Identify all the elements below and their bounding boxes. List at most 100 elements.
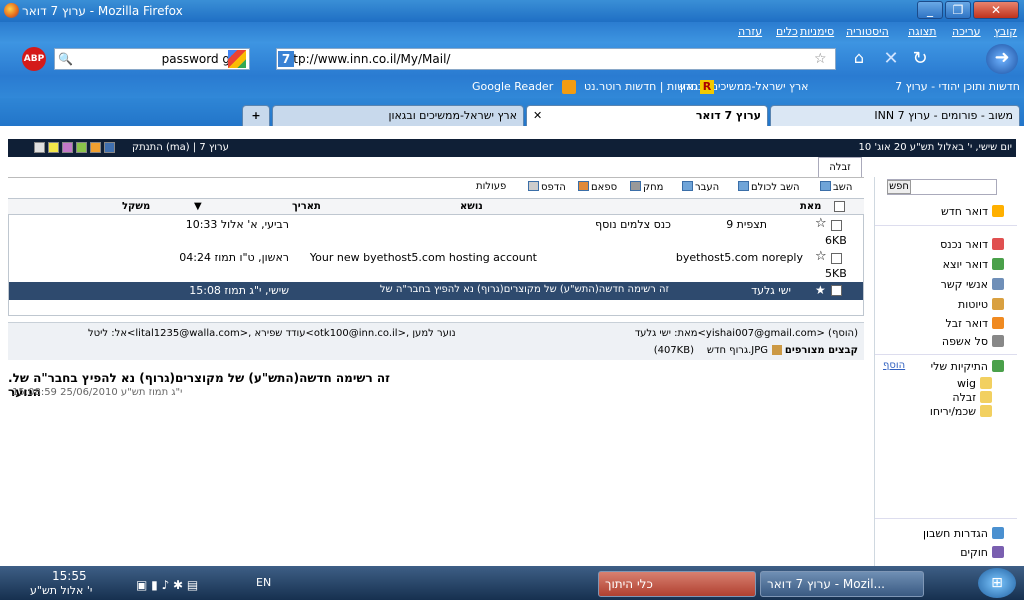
menu-edit[interactable]: עריכה	[952, 25, 981, 38]
minimize-button[interactable]: _	[917, 1, 943, 19]
theme-swatch-yellow[interactable]	[48, 142, 59, 153]
star-icon[interactable]: ☆	[815, 249, 827, 264]
new-tab-button[interactable]: +	[242, 105, 270, 126]
menu-view[interactable]: תצוגה	[908, 25, 936, 38]
logout-link[interactable]: התנתק (ma) | ערוץ 7	[132, 142, 229, 153]
folder-wig[interactable]: wig	[957, 377, 992, 390]
theme-swatch-gray[interactable]	[34, 142, 45, 153]
menu-file[interactable]: קובץ	[994, 25, 1017, 38]
reply-all-icon	[738, 181, 749, 191]
folder-tab-zvula[interactable]: זבלה	[818, 157, 862, 177]
language-indicator[interactable]: EN	[256, 576, 271, 589]
attachments-label: קבצים מצורפים	[784, 345, 858, 356]
image-icon	[772, 345, 782, 355]
row-size: 6KB	[825, 234, 847, 247]
google-search-icon[interactable]	[228, 50, 246, 68]
select-all-checkbox[interactable]	[834, 201, 845, 212]
row-date: רביעי, א' אלול 10:33	[185, 218, 289, 231]
table-row-selected[interactable]: ★ ישי גלעד זה רשימה חדשה(התש"ע) של מקוצר…	[9, 282, 863, 300]
menu-tools[interactable]: כלים	[776, 25, 798, 38]
start-button[interactable]: ⊞	[978, 568, 1016, 598]
row-from: byethost5.com noreply	[675, 251, 803, 264]
settings-icon	[992, 527, 1004, 539]
my-folders-heading: התיקיות שלי	[931, 360, 1004, 373]
bookmark-rotter[interactable]: חדשות | חדשות רוטר.נט	[584, 80, 698, 93]
maximize-button[interactable]: ❐	[945, 1, 971, 19]
search-icon[interactable]: 🔍	[58, 52, 73, 66]
menu-help[interactable]: עזרה	[738, 25, 762, 38]
close-tab-icon[interactable]: ✕	[533, 106, 542, 125]
sidebar-item-junk[interactable]: דואר זבל	[946, 317, 1004, 330]
tab-eretz[interactable]: ארץ ישראל-ממשיכים ובגאון	[272, 105, 524, 126]
back-icon[interactable]: ➜	[986, 44, 1018, 74]
add-folder-link[interactable]: הוסף	[883, 360, 905, 371]
sidebar-item-drafts[interactable]: טיוטות	[958, 298, 1004, 311]
home-icon[interactable]: ⌂	[848, 48, 870, 70]
url-text: http://www.inn.co.il/My/Mail/	[281, 52, 451, 66]
reply-icon	[820, 181, 831, 191]
title-bar: ערוץ 7 דואר - Mozilla Firefox _ ❐ ✕	[0, 0, 1024, 22]
bookmark-inn[interactable]: חדשות ותוכן יהודי - ערוץ 7	[895, 80, 1020, 93]
theme-swatch-orange[interactable]	[90, 142, 101, 153]
star-icon[interactable]: ☆	[815, 216, 827, 231]
table-row[interactable]: ☆ תצפית 9 כנס צלמים נוסף רביעי, א' אלול …	[9, 216, 863, 248]
column-from[interactable]: מאת	[800, 201, 821, 212]
row-from: ישי גלעד	[751, 284, 791, 297]
spam-button[interactable]: ספאם	[578, 181, 617, 193]
menu-bookmarks[interactable]: סימניות	[800, 25, 834, 38]
sidebar-item-contacts[interactable]: אנשי קשר	[941, 278, 1004, 291]
menu-history[interactable]: היסטוריה	[846, 25, 889, 38]
column-subject[interactable]: נושא	[460, 201, 483, 212]
clock-time[interactable]: 15:55	[52, 569, 87, 583]
rules-link[interactable]: חוקים	[960, 546, 1004, 559]
reload-icon[interactable]: ↻	[908, 48, 932, 70]
row-checkbox[interactable]	[831, 220, 842, 231]
star-icon[interactable]: ★	[815, 283, 826, 297]
tray-icons[interactable]: ▣ ▮ ♪ ✱ ▤	[136, 578, 198, 592]
task-snipping-tool[interactable]: כלי היתוך	[598, 571, 756, 597]
outbox-icon	[992, 258, 1004, 270]
divider	[875, 354, 1017, 355]
theme-swatch-blue[interactable]	[104, 142, 115, 153]
adblock-icon[interactable]: ABP	[22, 47, 46, 71]
reply-all-button[interactable]: השב לכולם	[738, 181, 800, 193]
theme-swatch-purple[interactable]	[62, 142, 73, 153]
attachment-link[interactable]: גרוף חדש.JPG	[707, 345, 768, 356]
sort-arrow-icon[interactable]: ▼	[194, 201, 202, 212]
sidebar-item-outbox[interactable]: דואר יוצא	[943, 258, 1004, 271]
column-date[interactable]: תאריך	[292, 201, 321, 212]
theme-swatch-green[interactable]	[76, 142, 87, 153]
tab-inn-forum[interactable]: INN משוב - פורומים - ערוץ 7	[770, 105, 1020, 126]
column-size[interactable]: משקל	[122, 201, 150, 212]
stop-icon[interactable]: ✕	[880, 48, 902, 70]
tab-mail-active[interactable]: ערוץ 7 דואר ✕	[526, 105, 768, 126]
search-button[interactable]: חפש	[887, 180, 911, 194]
sidebar-item-trash[interactable]: סל אשפה	[942, 335, 1004, 348]
delete-button[interactable]: מחק	[630, 181, 663, 193]
row-checkbox[interactable]	[831, 285, 842, 296]
row-checkbox[interactable]	[831, 253, 842, 264]
table-row[interactable]: ☆ byethost5.com noreply Your new byethos…	[9, 249, 863, 281]
mail-sidebar: חפש דואר חדש דואר נכנס דואר יוצא אנשי קש…	[874, 177, 1017, 566]
folder-shchem[interactable]: שכמ/יריחו	[930, 405, 992, 418]
compose-button[interactable]: דואר חדש	[941, 205, 1004, 218]
forward-button[interactable]: העבר	[682, 181, 719, 193]
print-button[interactable]: הדפס	[528, 181, 566, 193]
sidebar-item-inbox[interactable]: דואר נכנס	[940, 238, 1004, 251]
close-button[interactable]: ✕	[973, 1, 1019, 19]
bookmark-google-reader[interactable]: Google Reader	[472, 80, 553, 93]
printer-icon	[528, 181, 539, 191]
search-input[interactable]: password gen	[54, 48, 250, 70]
actions-button[interactable]: פעולות	[476, 181, 506, 192]
account-settings-link[interactable]: הגדרות חשבון	[923, 527, 1004, 540]
folder-zvula[interactable]: זבלה	[952, 391, 992, 404]
task-firefox[interactable]: ערוץ 7 דואר - Mozil...	[760, 571, 924, 597]
url-bar[interactable]: http://www.inn.co.il/My/Mail/	[276, 48, 836, 70]
row-from: תצפית 9	[726, 218, 767, 231]
star-icon[interactable]: ☆	[814, 51, 827, 67]
row-subject: זה רשימה חדשה(התש"ע) של מקוצרים(גרוף) נא…	[379, 284, 669, 295]
reply-button[interactable]: השב	[820, 181, 852, 193]
clock-date[interactable]: י' אלול תש"ע	[30, 584, 92, 597]
attachment-size: (407KB)	[653, 345, 694, 356]
row-subject: Your new byethost5.com hosting account	[309, 251, 537, 264]
